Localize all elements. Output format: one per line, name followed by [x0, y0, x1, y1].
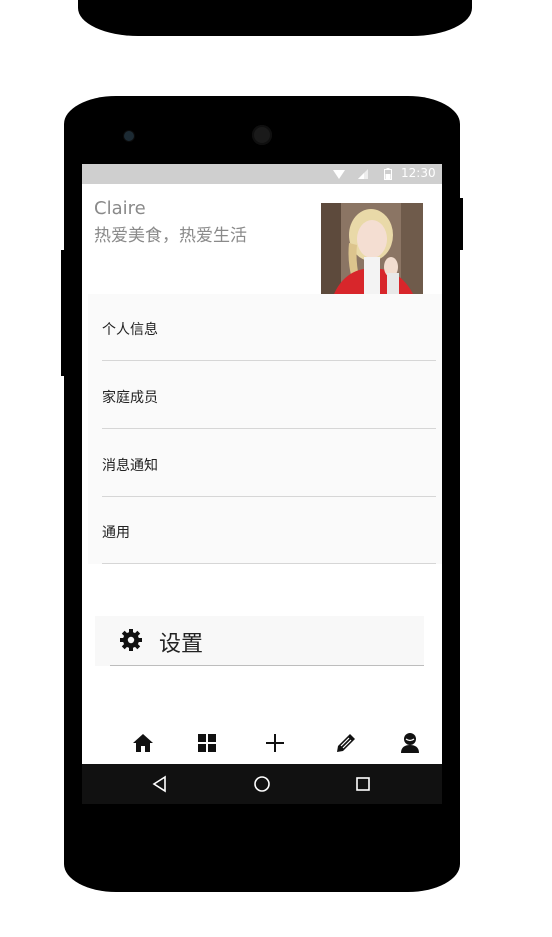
profile-motto: 热爱美食，热爱生活 — [94, 226, 247, 246]
divider — [102, 360, 436, 361]
avatar[interactable] — [321, 203, 423, 303]
menu-item-label: 消息通知 — [102, 458, 158, 474]
menu-list: 个人信息 家庭成员 消息通知 通用 — [88, 294, 442, 564]
tab-home[interactable] — [128, 728, 158, 758]
menu-item-family-members[interactable]: 家庭成员 — [88, 362, 442, 429]
previous-phone-bottom-bezel — [78, 0, 472, 36]
tab-profile[interactable] — [395, 728, 425, 758]
system-navigation-bar — [82, 764, 442, 804]
divider — [102, 428, 436, 429]
menu-item-label: 个人信息 — [102, 322, 158, 338]
tab-add[interactable] — [260, 728, 290, 758]
earpiece-speaker — [252, 125, 272, 145]
profile-photo-icon — [321, 203, 423, 303]
menu-item-general[interactable]: 通用 — [88, 497, 442, 564]
status-time: 12:30 — [401, 166, 436, 180]
back-icon[interactable] — [148, 772, 172, 796]
tab-grid[interactable] — [192, 728, 222, 758]
home-circle-icon[interactable] — [250, 772, 274, 796]
edit-icon — [337, 734, 355, 752]
user-icon — [401, 733, 419, 753]
bottom-tab-bar — [82, 724, 442, 764]
front-camera — [124, 131, 134, 141]
settings-label: 设置 — [159, 632, 204, 657]
power-button — [459, 198, 463, 250]
menu-item-label: 通用 — [102, 525, 130, 541]
signal-icon — [358, 169, 368, 179]
profile-name: Claire — [94, 198, 146, 219]
menu-item-personal-info[interactable]: 个人信息 — [88, 294, 442, 361]
wifi-icon — [333, 170, 345, 179]
divider — [110, 665, 424, 666]
gear-icon — [120, 629, 142, 651]
status-bar: 12:30 — [82, 164, 442, 184]
plus-icon — [266, 734, 284, 752]
divider — [102, 563, 436, 564]
tab-edit[interactable] — [331, 728, 361, 758]
battery-icon — [384, 168, 392, 180]
recents-icon[interactable] — [351, 772, 375, 796]
menu-item-notifications[interactable]: 消息通知 — [88, 430, 442, 497]
screen: 12:30 Claire 热爱美食，热爱生活 个人信息 家庭成员 消息通知 通用… — [82, 164, 442, 804]
menu-item-label: 家庭成员 — [102, 390, 158, 406]
grid-icon — [198, 734, 216, 752]
home-icon — [133, 734, 153, 752]
settings-button[interactable]: 设置 — [95, 616, 424, 666]
volume-button — [61, 250, 65, 376]
